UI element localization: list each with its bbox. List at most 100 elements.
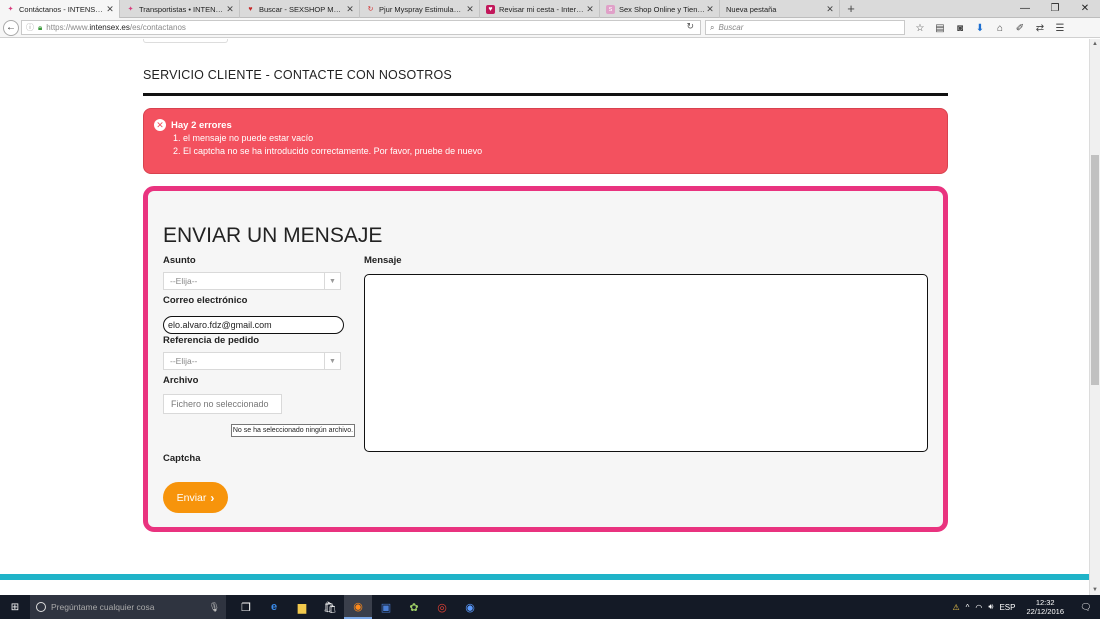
cortana-search-input[interactable]: Pregúntame cualquier cosa 🎙︎ [30, 595, 226, 619]
restore-icon[interactable]: ❐ [1040, 0, 1070, 17]
notifications-icon[interactable]: 🗨︎ [1075, 602, 1097, 613]
taskbar-apps: ❐ e ▆ 🛍︎ ◉ ▣ ✿ ◎ ◉ [232, 595, 484, 619]
reload-icon[interactable]: ↻ [686, 21, 694, 32]
footer-area [0, 580, 1089, 595]
order-reference-label: Referencia de pedido [163, 335, 260, 346]
subject-value: --Elija-- [170, 276, 198, 286]
windows-start-icon[interactable]: ⊞ [0, 595, 30, 619]
volume-icon[interactable]: 🔊︎ [988, 602, 993, 612]
heart-favicon-icon: ♥ [248, 5, 253, 13]
intensex-favicon-icon: ✦ [127, 6, 134, 13]
chevron-down-icon: ▼ [324, 353, 340, 369]
close-tab-icon[interactable]: ✕ [825, 4, 835, 15]
page-viewport: SERVICIO CLIENTE - CONTACTE CON NOSOTROS… [0, 39, 1089, 595]
bookmark-star-icon[interactable]: ☆ [910, 23, 930, 34]
back-button[interactable]: ← [3, 19, 19, 36]
search-icon: ⌕ [710, 22, 715, 32]
alert-title: Hay 2 errores [171, 119, 232, 131]
home-icon[interactable]: ⌂ [990, 23, 1010, 34]
browser-tab[interactable]: s Sex Shop Online y Tienda ... ✕ [600, 0, 720, 18]
outlook-icon[interactable]: ▣ [372, 595, 400, 619]
subject-select[interactable]: --Elija-- ▼ [163, 272, 341, 290]
vertical-scrollbar[interactable]: ▲ ▼ [1089, 39, 1100, 595]
hamburger-menu-icon[interactable]: ☰ [1050, 23, 1070, 34]
contact-form: ENVIAR UN MENSAJE Asunto --Elija-- ▼ Cor… [143, 186, 948, 532]
close-window-icon[interactable]: ✕ [1070, 0, 1100, 17]
chevron-down-icon: ▼ [324, 273, 340, 289]
app-blue-icon[interactable]: ◉ [456, 595, 484, 619]
browser-tab[interactable]: Nueva pestaña ✕ [720, 0, 840, 18]
language-indicator[interactable]: ESP [999, 603, 1015, 612]
tab-label: Transportistas • INTENSEX... [139, 4, 225, 14]
minimize-icon[interactable]: — [1010, 0, 1040, 17]
file-input[interactable]: Fichero no seleccionado [163, 394, 282, 414]
send-button[interactable]: Enviar › [163, 482, 228, 513]
pocket-icon[interactable]: ◙ [950, 23, 970, 34]
browser-tab[interactable]: ✦ Contáctanos - INTENSEX ... ✕ [0, 0, 120, 18]
order-reference-select[interactable]: --Elija-- ▼ [163, 352, 341, 370]
email-field[interactable]: elo.alvaro.fdz@gmail.com [163, 316, 344, 334]
clock-date: 22/12/2016 [1026, 607, 1064, 616]
browser-tab[interactable]: ↻ Pjur Myspray Estimulante ... ✕ [360, 0, 480, 18]
scroll-down-icon[interactable]: ▼ [1090, 585, 1100, 595]
top-stub [143, 39, 228, 43]
swirl-favicon-icon: ↻ [367, 6, 374, 13]
file-value: Fichero no seleccionado [171, 399, 269, 409]
close-tab-icon[interactable]: ✕ [585, 4, 595, 15]
close-tab-icon[interactable]: ✕ [345, 4, 355, 15]
error-item: 1. el mensaje no puede estar vacío [173, 133, 314, 143]
browser-nav-bar: ← ⓘ 🔒︎ https://www. intensex.es/es/contac… [0, 18, 1100, 38]
email-value: elo.alvaro.fdz@gmail.com [168, 320, 272, 330]
heading-divider [143, 93, 948, 96]
download-icon[interactable]: ⬇ [970, 23, 990, 34]
tab-label: Buscar - SEXSHOP Mundo... [259, 4, 345, 14]
page-heading: SERVICIO CLIENTE - CONTACTE CON NOSOTROS [143, 68, 452, 82]
reading-list-icon[interactable]: ▤ [930, 23, 950, 34]
network-icon[interactable]: ◠ [975, 603, 982, 612]
error-alert: ✕ Hay 2 errores 1. el mensaje no puede e… [143, 108, 948, 174]
order-reference-value: --Elija-- [170, 356, 198, 366]
captcha-label: Captcha [163, 453, 201, 464]
browser-tab[interactable]: ♥ Buscar - SEXSHOP Mundo... ✕ [240, 0, 360, 18]
subject-label: Asunto [163, 255, 196, 266]
message-textarea[interactable] [364, 274, 928, 452]
microphone-icon[interactable]: 🎙︎ [209, 602, 220, 613]
edge-icon[interactable]: e [260, 595, 288, 619]
browser-tab-bar: ✦ Contáctanos - INTENSEX ... ✕ ✦ Transpo… [0, 0, 1100, 18]
store-icon[interactable]: 🛍︎ [316, 595, 344, 619]
close-tab-icon[interactable]: ✕ [705, 4, 715, 15]
url-prefix: https://www. [46, 23, 90, 32]
clock[interactable]: 12:32 22/12/2016 [1026, 598, 1064, 616]
chrome-icon[interactable]: ◎ [428, 595, 456, 619]
file-tooltip: No se ha seleccionado ningún archivo. [231, 424, 355, 437]
warning-icon[interactable]: ⚠ [952, 603, 959, 612]
new-tab-button[interactable]: + [840, 0, 862, 17]
tab-label: Sex Shop Online y Tienda ... [619, 4, 705, 14]
email-label: Correo electrónico [163, 295, 248, 306]
tab-label: Revisar mi cesta - Internati... [499, 4, 585, 14]
task-view-icon[interactable]: ❐ [232, 595, 260, 619]
error-icon: ✕ [154, 119, 166, 131]
scrollbar-thumb[interactable] [1091, 155, 1099, 385]
browser-tab[interactable]: ♥ Revisar mi cesta - Internati... ✕ [480, 0, 600, 18]
clock-time: 12:32 [1035, 598, 1055, 607]
url-bar[interactable]: ⓘ 🔒︎ https://www. intensex.es/es/contacta… [21, 20, 701, 35]
extension-menu-icon[interactable]: ⇄ [1030, 23, 1050, 34]
close-tab-icon[interactable]: ✕ [465, 4, 475, 15]
error-list: 1. el mensaje no puede estar vacío 2. El… [173, 132, 947, 157]
app-icon[interactable]: ✿ [400, 595, 428, 619]
close-tab-icon[interactable]: ✕ [225, 4, 235, 15]
window-controls: — ❐ ✕ [1010, 0, 1100, 17]
browser-tab[interactable]: ✦ Transportistas • INTENSEX... ✕ [120, 0, 240, 18]
file-explorer-icon[interactable]: ▆ [288, 595, 316, 619]
chevron-up-icon[interactable]: ^ [966, 603, 970, 612]
tab-label: Contáctanos - INTENSEX ... [19, 4, 105, 14]
close-tab-icon[interactable]: ✕ [105, 4, 115, 15]
firefox-icon[interactable]: ◉ [344, 595, 372, 619]
file-label: Archivo [163, 375, 199, 386]
browser-search-input[interactable]: ⌕ Buscar [705, 20, 905, 35]
send-button-label: Enviar [176, 491, 207, 504]
scroll-up-icon[interactable]: ▲ [1090, 39, 1100, 49]
info-icon[interactable]: ⓘ [26, 22, 34, 33]
extension-icon[interactable]: ✐ [1010, 23, 1030, 34]
